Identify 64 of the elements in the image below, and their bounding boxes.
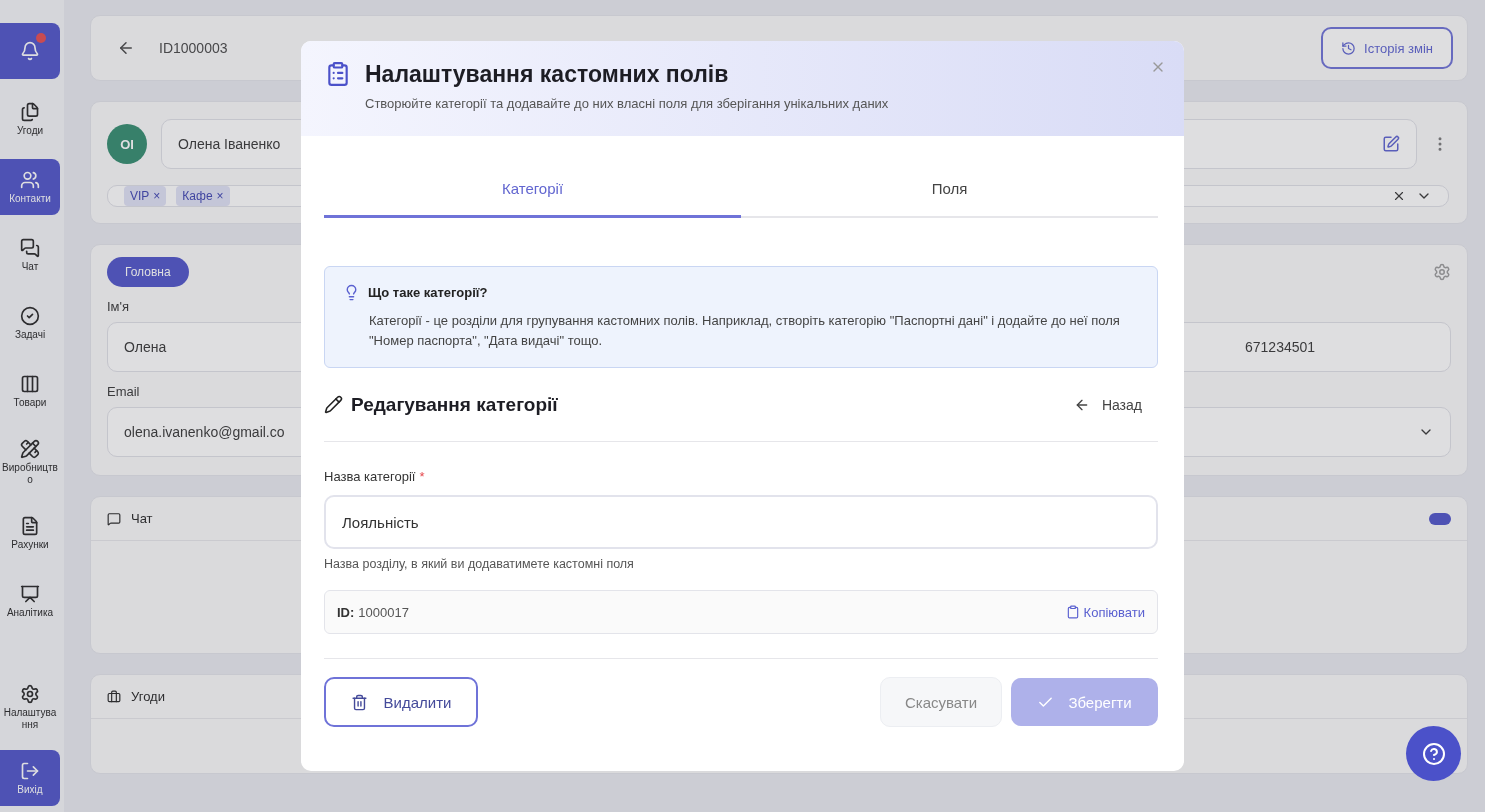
record-id: ID1000003 [159,40,228,56]
users-icon [20,169,40,190]
settings-icon[interactable] [1433,263,1451,281]
logout-icon [20,760,40,781]
check-circle-icon [20,305,40,326]
back-icon[interactable] [117,39,135,57]
main-tab[interactable]: Головна [107,257,189,287]
tag-remove[interactable]: × [216,189,224,203]
tab[interactable]: Категорії [324,162,741,218]
tag-remove[interactable]: × [153,189,161,203]
sidebar-item[interactable]: Рахунки [0,505,60,561]
delete-button[interactable]: Видалити [324,677,478,727]
back-button[interactable]: Назад [1073,390,1158,419]
clipboard-icon [325,61,351,87]
count-badge [1429,512,1451,525]
history-button[interactable]: Історія змін [1321,27,1453,69]
briefcase-icon [107,689,121,704]
field-hint: Назва розділу, в який ви додаватимете кастомні поля [324,557,635,571]
columns-icon [20,373,40,394]
sidebar-item[interactable]: Виробництво [0,431,60,493]
sidebar-item[interactable]: Чат [0,227,60,283]
clear-icon[interactable] [1392,189,1406,203]
sidebar-item[interactable]: Товари [0,363,60,419]
sidebar-item[interactable]: Угоди [0,91,60,147]
tools-icon [20,439,40,459]
clipboard-icon [1065,605,1080,619]
settings-icon [20,684,40,704]
avatar: ОІ [107,124,147,164]
sidebar-item[interactable]: Аналітика [0,573,60,629]
sidebar-item[interactable]: Контакти [0,159,60,215]
document-icon [20,515,40,536]
clock-icon [1341,40,1357,56]
edit-icon[interactable] [1382,135,1400,153]
panel-title: Чат [131,511,153,526]
logout-button[interactable]: Вихід [0,750,60,806]
info-text: Категорії - це розділи для групування кастомних полів. Наприклад, створіть категорію "Паспортні дані" і додайте до неї поля "Номер паспорта", "Дата видачі" тощо. [369,312,1121,350]
dialog-title: Налаштування кастомних полів [365,61,730,88]
field-label: Назва категорії * [324,469,426,484]
tag: VIP × [124,186,167,206]
info-title: Що таке категорії? [368,285,488,300]
dialog-subtitle: Створюйте категорії та додавайте до них власні поля для зберігання унікальних даних [365,96,889,111]
notification-dot [36,33,46,43]
sidebar-item[interactable]: Задачі [0,295,60,351]
copy-button[interactable]: Копіювати [1065,604,1145,620]
presentation-icon [20,583,40,604]
category-name-field[interactable]: Лояльність [324,495,1158,549]
help-icon [1421,741,1446,766]
notifications-button[interactable] [0,23,60,79]
panel-title: Угоди [131,689,165,704]
pencil-icon [324,395,343,414]
name-value: Олена Іваненко [178,136,281,152]
chat-icon [20,237,40,258]
chat-icon [107,511,121,526]
id-text: ID: 1000017 [337,604,409,620]
section-title: Редагування категорії [351,393,558,416]
tag: Кафе × [176,186,230,206]
field-label: Email [107,384,141,399]
required-mark: * [419,469,425,484]
bell-icon [20,41,40,61]
tab[interactable]: Поля [741,162,1158,218]
trash-icon [350,693,368,711]
field-label: Ім'я [107,299,131,314]
documents-icon [20,101,40,122]
sidebar-item[interactable]: Налаштування [0,676,60,738]
